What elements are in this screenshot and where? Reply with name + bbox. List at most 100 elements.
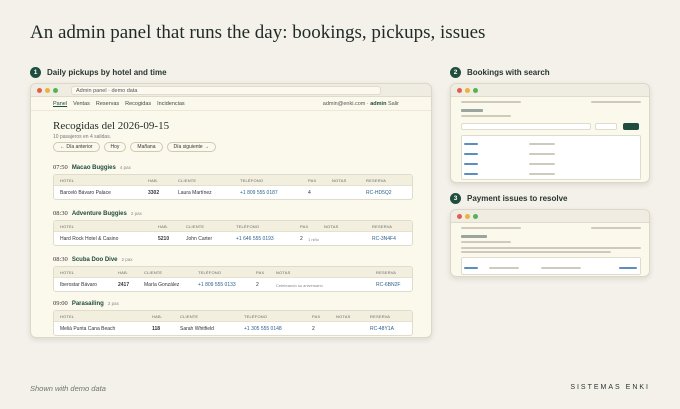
- table-row[interactable]: Hard Rock Hotel & Casino 5210 John Carte…: [54, 232, 412, 245]
- notes-cell: Celebrando su aniversario: [276, 283, 323, 288]
- client-cell: John Carter: [186, 236, 213, 242]
- col-room: HAB.: [152, 314, 163, 319]
- activity-name[interactable]: Parasailing: [72, 301, 104, 307]
- nav-item-recogidas[interactable]: Recogidas: [125, 101, 151, 107]
- step-number-badge: 1: [30, 67, 41, 78]
- pax-cell: 2: [312, 326, 315, 332]
- col-room: HAB.: [118, 270, 129, 275]
- col-phone: TELÉFONO: [244, 314, 268, 319]
- bookings-window: [450, 83, 650, 183]
- pax-cell: 2: [300, 236, 303, 242]
- booking-link[interactable]: RC-6BN2F: [376, 282, 400, 288]
- activity-name[interactable]: Scuba Doo Dive: [72, 257, 118, 263]
- client-cell: Sarah Whitfield: [180, 326, 214, 332]
- close-dot-icon[interactable]: [457, 213, 462, 219]
- issues-preview: [451, 223, 649, 276]
- pickup-group-header: 08:30 Adventure Buggies 2 pax: [53, 210, 142, 217]
- pickup-time: 09:00: [53, 300, 68, 307]
- table-header: HOTEL HAB. CLIENTE TELÉFONO PAX NOTAS RE…: [54, 311, 412, 322]
- hotel-cell: Iberostar Bávaro: [60, 282, 97, 288]
- col-hotel: HOTEL: [60, 224, 75, 229]
- step-title: Daily pickups by hotel and time: [47, 68, 167, 77]
- pickup-group-header: 07:50 Macao Buggies 4 pax: [53, 164, 131, 171]
- hotel-cell: Hard Rock Hotel & Casino: [60, 236, 119, 242]
- booking-link[interactable]: RC-3N4F4: [372, 236, 396, 242]
- step-2-label: 2 Bookings with search: [450, 67, 550, 78]
- step-number-badge: 3: [450, 193, 461, 204]
- nav-item-ventas[interactable]: Ventas: [73, 101, 90, 107]
- nav-item-panel[interactable]: Panel: [53, 101, 67, 107]
- table-row[interactable]: Barceló Bávaro Palace 3302 Laura Martíne…: [54, 186, 412, 199]
- col-notes: NOTAS: [324, 224, 339, 229]
- col-booking: RESERVA: [366, 178, 387, 183]
- col-room: HAB.: [148, 178, 159, 183]
- top-nav: Panel Ventas Reservas Recogidas Incidenc…: [31, 97, 431, 111]
- col-pax: PAX: [300, 224, 309, 229]
- pax-count: 4 pax: [119, 165, 131, 170]
- step-1-label: 1 Daily pickups by hotel and time: [30, 67, 167, 78]
- room-cell: 3302: [148, 190, 160, 196]
- col-pax: PAX: [308, 178, 317, 183]
- nav-item-incidencias[interactable]: Incidencias: [157, 101, 185, 107]
- account-separator: ·: [366, 101, 369, 107]
- next-day-button[interactable]: Día siguiente →: [166, 142, 217, 152]
- table-row[interactable]: Meliá Punta Cana Beach 118 Sarah Whitfie…: [54, 322, 412, 335]
- window-chrome: [451, 210, 649, 223]
- col-client: CLIENTE: [180, 314, 199, 319]
- minimize-dot-icon[interactable]: [465, 87, 470, 93]
- headline: An admin panel that runs the day: bookin…: [30, 22, 486, 43]
- pax-count: 2 pax: [121, 257, 133, 262]
- page-title: Recogidas del 2026-09-15: [53, 120, 170, 132]
- col-pax: PAX: [256, 270, 265, 275]
- page-subtitle: 10 pasajeros en 4 salidas.: [53, 134, 112, 140]
- tomorrow-button[interactable]: Mañana: [130, 142, 163, 152]
- pickup-table: HOTEL HAB. CLIENTE TELÉFONO PAX NOTAS RE…: [53, 220, 413, 246]
- pickup-group-header: 08:30 Scuba Doo Dive 2 pax: [53, 256, 133, 263]
- pickup-group-header: 09:00 Parasailing 2 pax: [53, 300, 119, 307]
- col-notes: NOTAS: [276, 270, 291, 275]
- phone-link[interactable]: +1 809 555 0187: [240, 190, 278, 196]
- close-dot-icon[interactable]: [37, 87, 42, 93]
- account-user: admin: [370, 101, 387, 107]
- previous-day-button[interactable]: ← Día anterior: [53, 142, 100, 152]
- col-hotel: HOTEL: [60, 178, 75, 183]
- phone-link[interactable]: +1 646 555 0193: [236, 236, 274, 242]
- step-number-badge: 2: [450, 67, 461, 78]
- table-header: HOTEL HAB. CLIENTE TELÉFONO PAX NOTAS RE…: [54, 267, 412, 278]
- maximize-dot-icon[interactable]: [473, 213, 478, 219]
- col-pax: PAX: [312, 314, 321, 319]
- client-cell: Laura Martínez: [178, 190, 212, 196]
- window-chrome: [451, 84, 649, 97]
- activity-name[interactable]: Macao Buggies: [72, 165, 116, 171]
- pickup-time: 08:30: [53, 256, 68, 263]
- booking-link[interactable]: RC-48Y1A: [370, 326, 394, 332]
- today-button[interactable]: Hoy: [103, 142, 127, 152]
- step-3-label: 3 Payment issues to resolve: [450, 193, 568, 204]
- window-chrome: Admin panel · demo data: [31, 84, 431, 97]
- pickup-time: 08:30: [53, 210, 68, 217]
- activity-name[interactable]: Adventure Buggies: [72, 211, 127, 217]
- logout-link[interactable]: Salir: [388, 101, 399, 107]
- maximize-dot-icon[interactable]: [473, 87, 478, 93]
- close-dot-icon[interactable]: [457, 87, 462, 93]
- pickup-time: 07:50: [53, 164, 68, 171]
- account-email: admin@enki.com: [322, 101, 366, 107]
- booking-link[interactable]: RC-HD5Q2: [366, 190, 392, 196]
- phone-link[interactable]: +1 809 555 0133: [198, 282, 236, 288]
- col-notes: NOTAS: [336, 314, 351, 319]
- table-row[interactable]: Iberostar Bávaro 2417 María González +1 …: [54, 278, 412, 291]
- address-bar[interactable]: Admin panel · demo data: [71, 86, 381, 95]
- hotel-cell: Barceló Bávaro Palace: [60, 190, 111, 196]
- room-cell: 118: [152, 326, 161, 332]
- maximize-dot-icon[interactable]: [53, 87, 58, 93]
- minimize-dot-icon[interactable]: [465, 213, 470, 219]
- issues-window: [450, 209, 650, 277]
- day-navigation: ← Día anterior Hoy Mañana Día siguiente …: [53, 142, 217, 152]
- pax-cell: 4: [308, 190, 311, 196]
- minimize-dot-icon[interactable]: [45, 87, 50, 93]
- pickups-window: Admin panel · demo data Panel Ventas Res…: [30, 83, 432, 338]
- phone-link[interactable]: +1 305 555 0148: [244, 326, 282, 332]
- pax-count: 2 pax: [130, 211, 142, 216]
- col-client: CLIENTE: [144, 270, 163, 275]
- nav-item-reservas[interactable]: Reservas: [96, 101, 119, 107]
